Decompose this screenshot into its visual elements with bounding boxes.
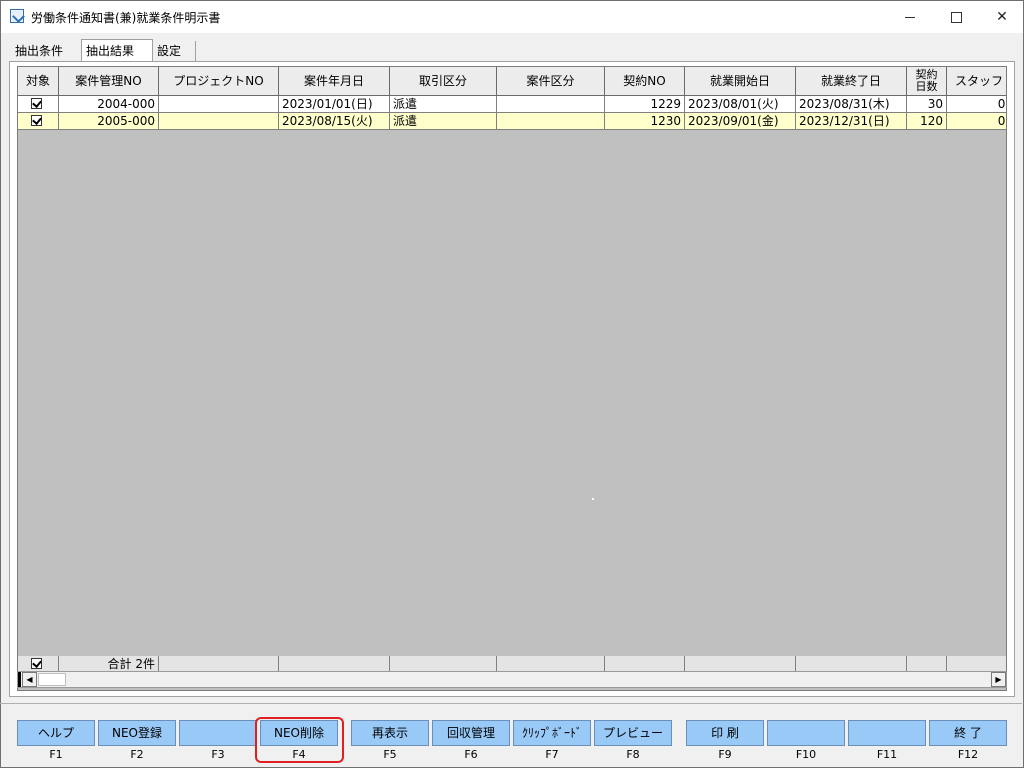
horizontal-scrollbar[interactable]: ◀ ▶ xyxy=(17,671,1007,688)
end-date-cell: 2023/12/31(日) xyxy=(796,113,907,130)
app-icon xyxy=(10,9,24,23)
staff-cell: 00 xyxy=(947,113,1006,130)
scroll-right-button[interactable]: ▶ xyxy=(991,672,1006,687)
col-header-trade-type[interactable]: 取引区分 xyxy=(390,67,497,96)
project-no-cell xyxy=(159,96,279,113)
close-button[interactable]: ✕ xyxy=(979,1,1024,33)
col-header-start-date[interactable]: 就業開始日 xyxy=(685,67,796,96)
fkey-label: F1 xyxy=(49,748,63,761)
contract-no-cell: 1229 xyxy=(605,96,685,113)
case-type-cell xyxy=(497,96,605,113)
tab-extract-conditions[interactable]: 抽出条件 xyxy=(11,41,82,61)
start-date-cell: 2023/09/01(金) xyxy=(685,113,796,130)
arrow-right-icon: ▶ xyxy=(995,675,1002,684)
trade-type-cell: 派遣 xyxy=(390,113,497,130)
function-key-bar: ヘルプ F1 NEO登録 F2 F3 NEO削除 F4 再表示 F5 回収管理 … xyxy=(0,710,1022,766)
window-title: 労働条件通知書(兼)就業条件明示書 xyxy=(31,11,221,25)
fkey-label: F10 xyxy=(795,748,817,761)
scrollbar-edge xyxy=(18,672,21,687)
exit-button[interactable]: 終 了 xyxy=(929,720,1007,746)
case-no-cell: 2004-000 xyxy=(59,96,159,113)
fkey-label: F5 xyxy=(383,748,397,761)
tab-extract-results[interactable]: 抽出結果 xyxy=(81,39,153,63)
separator xyxy=(0,703,1022,704)
fkey-label: F8 xyxy=(626,748,640,761)
help-button[interactable]: ヘルプ xyxy=(17,720,95,746)
scroll-left-button[interactable]: ◀ xyxy=(22,672,37,687)
tab-settings[interactable]: 設定 xyxy=(153,41,196,61)
neo-delete-callout xyxy=(255,717,344,763)
fkey-label: F2 xyxy=(130,748,144,761)
scrollbar-thumb[interactable] xyxy=(38,673,66,686)
col-header-contract-no[interactable]: 契約NO xyxy=(605,67,685,96)
row-checkbox[interactable] xyxy=(31,98,42,109)
results-grid: 対象 案件管理NO プロジェクトNO 案件年月日 取引区分 案件区分 契約NO … xyxy=(17,66,1007,691)
case-date-cell: 2023/08/15(火) xyxy=(279,113,390,130)
minimize-icon xyxy=(905,16,915,18)
title-bar: 労働条件通知書(兼)就業条件明示書 ✕ xyxy=(1,1,1023,33)
grid-artifact-dot xyxy=(592,498,594,500)
row-checkbox[interactable] xyxy=(31,115,42,126)
trade-type-cell: 派遣 xyxy=(390,96,497,113)
col-header-case-date[interactable]: 案件年月日 xyxy=(279,67,390,96)
minimize-button[interactable] xyxy=(887,1,933,33)
col-header-target[interactable]: 対象 xyxy=(18,67,59,96)
col-header-case-type[interactable]: 案件区分 xyxy=(497,67,605,96)
select-all-checkbox[interactable] xyxy=(31,658,42,669)
fkey-label: F11 xyxy=(876,748,898,761)
maximize-button[interactable] xyxy=(933,1,979,33)
row-target-cell[interactable] xyxy=(18,113,59,130)
col-header-project-no[interactable]: プロジェクトNO xyxy=(159,67,279,96)
fkey-label: F7 xyxy=(545,748,559,761)
table-row[interactable]: 2004-000 2023/01/01(日) 派遣 1229 2023/08/0… xyxy=(18,96,1006,113)
col-header-staff[interactable]: スタッフ xyxy=(947,67,1006,96)
neo-register-button[interactable]: NEO登録 xyxy=(98,720,176,746)
project-no-cell xyxy=(159,113,279,130)
fkey-label: F9 xyxy=(718,748,732,761)
case-type-cell xyxy=(497,113,605,130)
f11-button[interactable] xyxy=(848,720,926,746)
collection-management-button[interactable]: 回収管理 xyxy=(432,720,510,746)
close-icon: ✕ xyxy=(996,9,1008,25)
fkey-label: F6 xyxy=(464,748,478,761)
contract-no-cell: 1230 xyxy=(605,113,685,130)
col-header-contract-days[interactable]: 契約 日数 xyxy=(907,67,947,96)
fkey-label: F3 xyxy=(211,748,225,761)
staff-cell: 00 xyxy=(947,96,1006,113)
col-header-end-date[interactable]: 就業終了日 xyxy=(796,67,907,96)
clipboard-button[interactable]: ｸﾘｯﾌﾟﾎﾞｰﾄﾞ xyxy=(513,720,591,746)
case-no-cell: 2005-000 xyxy=(59,113,159,130)
arrow-left-icon: ◀ xyxy=(26,675,33,684)
contract-days-cell: 120 xyxy=(907,113,947,130)
row-target-cell[interactable] xyxy=(18,96,59,113)
preview-button[interactable]: プレビュー xyxy=(594,720,672,746)
f10-button[interactable] xyxy=(767,720,845,746)
refresh-button[interactable]: 再表示 xyxy=(351,720,429,746)
table-row[interactable]: 2005-000 2023/08/15(火) 派遣 1230 2023/09/0… xyxy=(18,113,1006,130)
f3-button[interactable] xyxy=(179,720,257,746)
maximize-icon xyxy=(950,11,962,23)
contract-days-cell: 30 xyxy=(907,96,947,113)
start-date-cell: 2023/08/01(火) xyxy=(685,96,796,113)
case-date-cell: 2023/01/01(日) xyxy=(279,96,390,113)
col-header-case-no[interactable]: 案件管理NO xyxy=(59,67,159,96)
fkey-label: F12 xyxy=(957,748,979,761)
print-button[interactable]: 印 刷 xyxy=(686,720,764,746)
end-date-cell: 2023/08/31(木) xyxy=(796,96,907,113)
